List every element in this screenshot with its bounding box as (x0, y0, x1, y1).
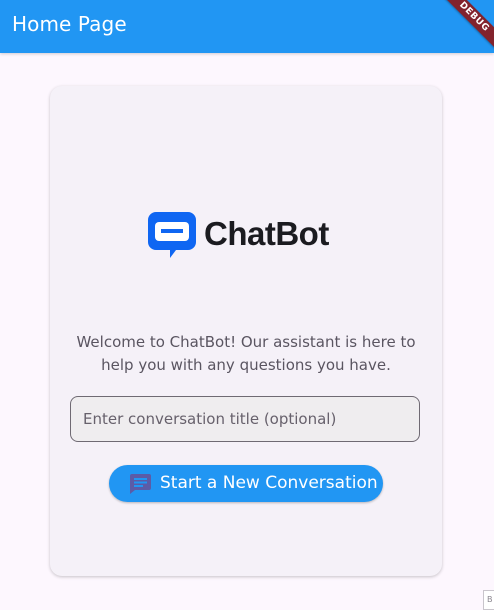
chat-icon (130, 474, 151, 494)
start-new-conversation-label: Start a New Conversation (160, 473, 378, 493)
welcome-card: ChatBot Welcome to ChatBot! Our assistan… (50, 86, 442, 576)
conversation-title-field[interactable] (70, 396, 420, 442)
app-bar: Home Page DEBUG (0, 0, 494, 55)
start-new-conversation-button[interactable]: Start a New Conversation (109, 465, 383, 502)
welcome-message: Welcome to ChatBot! Our assistant is her… (76, 333, 416, 374)
conversation-title-input[interactable] (71, 397, 419, 441)
chatbot-logo: ChatBot (148, 211, 348, 261)
chatbot-logo-icon (148, 212, 196, 258)
chatbot-logo-text: ChatBot (204, 215, 329, 252)
page-title: Home Page (12, 12, 127, 36)
corner-stub: B (483, 590, 494, 610)
debug-banner: DEBUG (436, 0, 494, 55)
